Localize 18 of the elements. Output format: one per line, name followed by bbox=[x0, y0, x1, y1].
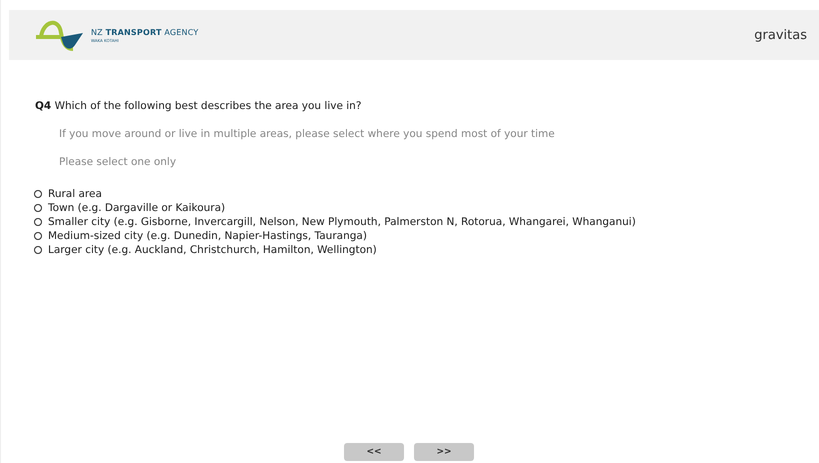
radio-button[interactable] bbox=[34, 218, 42, 226]
brand-name: gravitas bbox=[754, 28, 807, 42]
option-label: Smaller city (e.g. Gisborne, Invercargill, Nelson, New Plymouth, Palmerston N, Rotorua, Whangarei, Whanganui) bbox=[48, 216, 636, 228]
radio-button[interactable] bbox=[34, 190, 42, 198]
logo-icon bbox=[33, 19, 85, 51]
option-label: Medium-sized city (e.g. Dunedin, Napier-Hastings, Tauranga) bbox=[48, 230, 367, 242]
next-button[interactable]: >> bbox=[414, 443, 474, 461]
radio-button[interactable] bbox=[34, 246, 42, 254]
radio-button[interactable] bbox=[34, 204, 42, 212]
hint-text: Please select one only bbox=[59, 156, 178, 168]
back-button[interactable]: << bbox=[344, 443, 404, 461]
agency-name: NZ TRANSPORT AGENCY bbox=[91, 28, 198, 36]
question-text: Q4 Which of the following best describes the area you live in? bbox=[35, 100, 362, 112]
option-label: Town (e.g. Dargaville or Kaikoura) bbox=[48, 202, 226, 214]
radio-button[interactable] bbox=[34, 232, 42, 240]
option-label: Rural area bbox=[48, 188, 102, 200]
option-label: Larger city (e.g. Auckland, Christchurch, Hamilton, Wellington) bbox=[48, 244, 377, 256]
hint-text: If you move around or live in multiple areas, please select where you spend most of your time bbox=[59, 128, 556, 140]
